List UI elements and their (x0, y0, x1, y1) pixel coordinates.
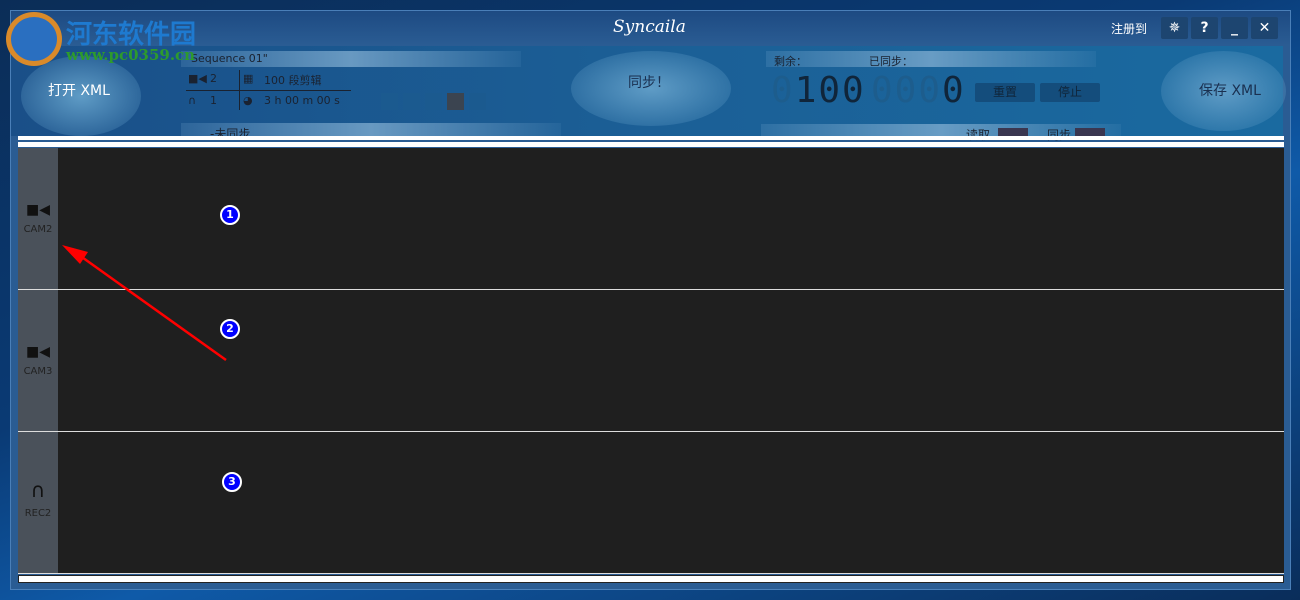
watermark-url: www.pc0359.cn (66, 46, 196, 64)
watermark-emblem (6, 12, 62, 66)
annotation-arrow (62, 245, 227, 362)
